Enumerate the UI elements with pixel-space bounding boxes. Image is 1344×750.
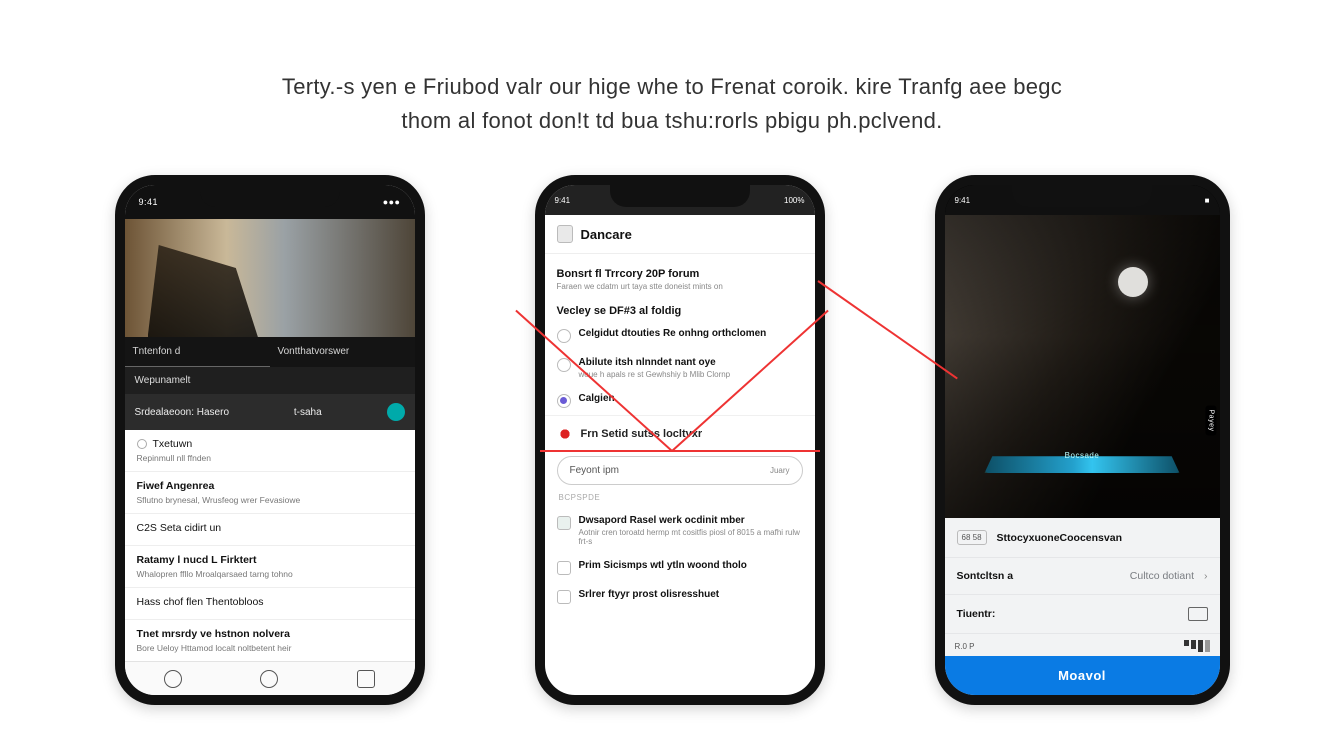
phone-frame-3: 9:41 0 OFT T ■ Bocsade Payey 68 58 Sttoc… [935,175,1230,705]
page-header: Dancare [545,215,815,254]
primary-action-button[interactable]: Moavol [945,656,1220,695]
chevron-right-icon: › [1204,570,1208,582]
list-item[interactable]: Fiwef Angenrea Sflutno brynesal, Wrusfeo… [125,472,415,514]
flag-icon [557,426,573,442]
tab-left[interactable]: Tntenfon d [125,337,270,367]
radio-icon[interactable] [557,358,571,372]
toggle-icon[interactable] [387,403,405,421]
radio-option[interactable]: Celgidut dtouties Re onhng orthclomen [557,321,803,350]
heading-line2: thom al fonot don!t td bua tshu:rorls pb… [0,104,1344,138]
page-heading: Terty.-s yen e Friubod valr our hige whe… [0,0,1344,138]
highlighted-row[interactable]: Frn Setid sutss locltvxr [545,415,815,452]
search-submit[interactable]: Juary [770,466,790,475]
section: Bonsrt fl Trrcory 20P forum Faraen we cd… [545,254,815,317]
moon-graphic [1118,267,1148,297]
row-chip: 68 58 [957,530,987,545]
notch [1012,185,1152,207]
tabs: Tntenfon d Vontthatvorswer [125,337,415,367]
tab-right[interactable]: Vontthatvorswer [270,337,415,367]
archive-icon [557,225,573,243]
panel-footer: R.0 P [945,634,1220,656]
hero-image [125,219,415,337]
list-item[interactable]: Hass chof flen Thentobloos [125,588,415,620]
slider-label: Bocsade [985,451,1180,460]
panel-row[interactable]: Sontcltsn a Cultco dotiant › [945,558,1220,595]
panel-row[interactable]: 68 58 SttocyxuoneCoocensvan [945,518,1220,558]
settings-panel: 68 58 SttocyxuoneCoocensvan Sontcltsn a … [945,518,1220,695]
bullet-icon [137,439,147,449]
status-right: ●●● [383,197,401,207]
list-item[interactable]: C2S Seta cidirt un [125,514,415,546]
checkbox-icon[interactable] [557,590,571,604]
signal-icon [1184,640,1210,652]
phone-frame-2: 9:41 9 • 41 AM 100% Dancare Bonsrt fl Tr… [535,175,825,705]
panel-row[interactable]: Tiuentr: [945,595,1220,634]
nav-library-icon[interactable] [357,670,375,688]
video-preview[interactable]: Bocsade Payey [945,215,1220,518]
row-label: Tiuentr: [957,608,1178,620]
search-placeholder: Feyont ipm [570,465,619,476]
checkbox-icon[interactable] [557,516,571,530]
bottom-bar [125,661,415,695]
radio-option[interactable]: Calgien [557,386,803,415]
status-left: 9:41 [955,196,971,205]
row-label: SttocyxuoneCoocensvan [997,532,1208,544]
page-title: Dancare [581,227,632,242]
nav-search-icon[interactable] [260,670,278,688]
row-label: Sontcltsn a [957,570,1120,582]
section-caption: BCPSPDE [545,489,815,508]
search-field[interactable]: Feyont ipm Juary [557,456,803,485]
list-group: Dwsapord Rasel werk ocdinit mber Aotnir … [545,508,815,611]
radio-icon-selected[interactable] [557,394,571,408]
notch [200,185,340,207]
list-item[interactable]: Dwsapord Rasel werk ocdinit mber Aotnir … [557,508,803,553]
list-item[interactable]: Prim Sicismps wtl ytln woond tholo [557,553,803,582]
status-right: ■ [1205,196,1210,205]
dark-row-value: t-saha [294,407,322,418]
dark-row[interactable]: Srdealaeoon: Hasero t-saha [125,394,415,430]
feed-list: Txetuwn Repinmull nll ffnden Fiwef Angen… [125,430,415,661]
row-value: Cultco dotiant [1130,570,1194,582]
status-left: 9:41 [555,196,571,205]
status-right: 100% [784,196,804,205]
section-title: Bonsrt fl Trrcory 20P forum [557,268,803,280]
footer-label: R.0 P [955,642,975,651]
dark-row-label: Srdealaeoon: Hasero [135,407,230,418]
subheader: Wepunamelt [125,367,415,394]
radio-group: Celgidut dtouties Re onhng orthclomen Ab… [545,317,815,415]
checkbox-icon[interactable] [557,561,571,575]
phone-frame-1: 9:41 9:00 ●●● Tntenfon d Vontthatvorswer… [115,175,425,705]
nav-home-icon[interactable] [164,670,182,688]
section-title: Vecley se DF#3 al foldig [557,305,803,317]
heading-line1: Terty.-s yen e Friubod valr our hige whe… [0,70,1344,104]
seek-slider[interactable]: Bocsade [985,445,1180,473]
list-item[interactable]: Srlrer ftyyr prost olisresshuet [557,582,803,611]
radio-icon[interactable] [557,329,571,343]
list-item[interactable]: Tnet mrsrdy ve hstnon nolvera Bore Ueloy… [125,620,415,661]
side-badge: Payey [1205,406,1216,436]
section-sub: Faraen we cdatm urt taya stte doneist mi… [557,282,803,291]
notch [610,185,750,207]
list-item[interactable]: Ratamy l nucd L Firktert Whalopren ffllo… [125,546,415,588]
list-item[interactable]: Txetuwn Repinmull nll ffnden [125,430,415,472]
callout-line [540,450,820,452]
edit-icon[interactable] [1188,607,1208,621]
